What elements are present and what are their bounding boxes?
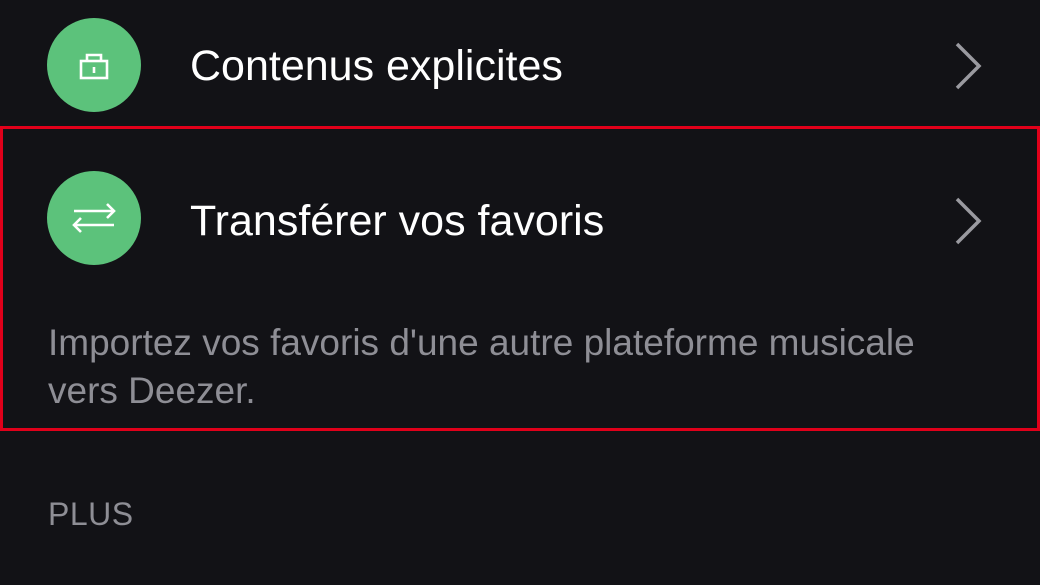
lock-icon xyxy=(47,18,141,112)
settings-row-title: Transférer vos favoris xyxy=(190,197,605,245)
section-header-more: PLUS xyxy=(48,496,134,532)
transfer-arrows-icon xyxy=(47,171,141,265)
chevron-right-icon xyxy=(955,197,982,245)
settings-row-title: Contenus explicites xyxy=(190,42,563,90)
settings-row-transfer-favorites[interactable]: Transférer vos favoris Importez vos favo… xyxy=(0,126,1040,431)
settings-row-description: Importez vos favoris d'une autre platefo… xyxy=(48,322,915,411)
settings-screen: Contenus explicites Transférer vos favor… xyxy=(0,0,1040,585)
chevron-right-icon xyxy=(955,42,982,90)
settings-row-explicit-content[interactable]: Contenus explicites xyxy=(0,0,1040,135)
